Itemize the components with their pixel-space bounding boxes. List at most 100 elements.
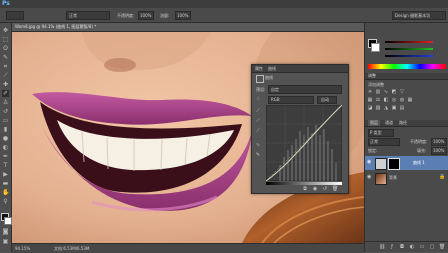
clone-stamp-tool-icon[interactable]: ♙ xyxy=(2,99,9,106)
black-white-icon[interactable]: ◧ xyxy=(383,97,389,103)
reset-icon[interactable]: ↺ xyxy=(322,186,328,192)
curve-edit-icon[interactable]: ∿ xyxy=(255,142,261,148)
quick-mask-icon[interactable]: ◙ xyxy=(2,228,9,235)
fx-icon[interactable]: ƒ xyxy=(389,244,395,250)
threshold-icon[interactable]: ◮ xyxy=(383,105,389,111)
tab-channels[interactable]: 通道 xyxy=(385,120,393,126)
layer-name-curves: 曲线 1 xyxy=(413,160,425,165)
red-slider[interactable] xyxy=(385,41,433,43)
white-point-eyedropper-icon[interactable]: ⟋ xyxy=(255,128,261,134)
new-layer-icon[interactable]: ▢ xyxy=(429,244,435,250)
screen-mode-icon[interactable]: ▣ xyxy=(2,238,9,245)
mode-dropdown[interactable]: 正常 xyxy=(66,11,110,20)
brush-preset-picker[interactable] xyxy=(6,11,24,20)
vibrance-icon[interactable]: ▽ xyxy=(399,89,405,95)
gray-point-eyedropper-icon[interactable]: ⟋ xyxy=(255,118,261,124)
path-select-tool-icon[interactable]: ▶ xyxy=(2,171,9,178)
blur-tool-icon[interactable]: ● xyxy=(2,135,9,142)
clip-to-layer-icon[interactable]: ⧉ xyxy=(302,186,308,192)
shape-tool-icon[interactable]: ▬ xyxy=(2,180,9,187)
color-lookup-icon[interactable]: ▦ xyxy=(407,97,413,103)
layer-filter-dropdown[interactable]: P 类型 xyxy=(368,129,394,137)
channel-dropdown[interactable]: RGB xyxy=(268,96,314,104)
move-tool-icon[interactable]: ✥ xyxy=(2,27,9,34)
workspace-switcher[interactable]: Design 摄影基本功 xyxy=(392,11,446,20)
blue-slider[interactable] xyxy=(385,55,433,57)
layer-row-curves[interactable]: ◉ 曲线 1 xyxy=(365,156,448,170)
type-tool-icon[interactable]: T xyxy=(2,162,9,169)
document-tab[interactable]: Wom8.jpg @ 94.1% (曲线 1, 图层蒙版/8) * xyxy=(12,23,364,32)
on-image-adjust-icon[interactable]: ☝ xyxy=(255,96,261,102)
layer-row-background[interactable]: ◉ 背景 🔒 xyxy=(365,171,448,185)
history-brush-tool-icon[interactable]: ↺ xyxy=(2,108,9,115)
pen-tool-icon[interactable]: ✒ xyxy=(2,153,9,160)
blend-mode-dropdown[interactable]: 正常 xyxy=(368,138,400,146)
tools-panel: ✥ ⬚ ʘ ✎ ⌗ ⟋ ✚ ✐ ♙ ↺ ▭ ▮ ● ◐ ✒ T ▶ ▬ ✋ ⚲ … xyxy=(0,23,12,252)
add-mask-icon[interactable]: ◘ xyxy=(399,244,405,250)
hue-saturation-icon[interactable]: ▦ xyxy=(367,97,373,103)
dodge-tool-icon[interactable]: ◐ xyxy=(2,144,9,151)
lasso-tool-icon[interactable]: ʘ xyxy=(2,45,9,52)
tab-properties[interactable]: 属性 xyxy=(255,65,263,72)
tab-paths[interactable]: 路径 xyxy=(399,120,407,126)
curves-graph[interactable] xyxy=(266,105,342,181)
eye-icon[interactable]: ◉ xyxy=(367,175,372,180)
posterize-icon[interactable]: ▨ xyxy=(375,105,381,111)
background-color-swatch[interactable] xyxy=(4,217,12,225)
brightness-icon[interactable]: ☀ xyxy=(367,89,373,95)
color-panel xyxy=(365,35,448,71)
healing-brush-tool-icon[interactable]: ✚ xyxy=(2,81,9,88)
black-point-eyedropper-icon[interactable]: ⟋ xyxy=(255,108,261,114)
eye-icon[interactable]: ◉ xyxy=(367,160,372,165)
gradient-bar-horizontal xyxy=(266,182,342,185)
flow-value: 100% xyxy=(177,13,189,18)
preset-label: 预设: xyxy=(256,87,266,92)
tab-layers[interactable]: 图层 xyxy=(368,120,380,126)
visibility-toggle-icon[interactable]: ◉ xyxy=(312,186,318,192)
levels-icon[interactable]: ▥ xyxy=(375,89,381,95)
preset-dropdown[interactable]: 自定 xyxy=(268,85,342,94)
channel-mixer-icon[interactable]: ◍ xyxy=(399,97,405,103)
layers-opacity-field[interactable]: 100% xyxy=(431,138,447,146)
color-background-swatch[interactable] xyxy=(371,43,380,52)
opacity-field[interactable]: 100% xyxy=(138,11,154,20)
layers-opacity-value: 100% xyxy=(433,139,445,144)
auto-button[interactable]: 自动 xyxy=(317,96,337,104)
color-balance-icon[interactable]: ⚖ xyxy=(375,97,381,103)
quick-select-tool-icon[interactable]: ✎ xyxy=(2,54,9,61)
selective-color-icon[interactable]: ▣ xyxy=(391,105,397,111)
curves-adjustment-icon xyxy=(256,75,264,83)
marquee-tool-icon[interactable]: ⬚ xyxy=(2,36,9,43)
eraser-tool-icon[interactable]: ▭ xyxy=(2,117,9,124)
gradient-map-icon[interactable]: ▤ xyxy=(399,105,405,111)
fill-field[interactable]: 100% xyxy=(431,147,447,155)
invert-icon[interactable]: ◪ xyxy=(367,105,373,111)
hand-tool-icon[interactable]: ✋ xyxy=(2,189,9,196)
flow-label: 流量: xyxy=(160,13,170,18)
photo-filter-icon[interactable]: ◎ xyxy=(391,97,397,103)
pencil-curve-icon[interactable]: ✎ xyxy=(255,152,261,158)
delete-layer-icon[interactable]: 🗑 xyxy=(439,244,445,250)
blend-mode-value: 正常 xyxy=(370,139,378,144)
adjustments-title[interactable]: 调整 xyxy=(368,73,376,79)
spectrum-ramp[interactable] xyxy=(368,64,446,69)
exposure-icon[interactable]: ◩ xyxy=(391,89,397,95)
green-slider[interactable] xyxy=(385,48,433,50)
curves-icon[interactable]: ∿ xyxy=(383,89,389,95)
fill-value: 100% xyxy=(433,148,445,153)
layer-filter-value: P 类型 xyxy=(370,130,382,135)
gradient-tool-icon[interactable]: ▮ xyxy=(2,126,9,133)
auto-label: 自动 xyxy=(321,97,329,102)
opacity-label: 不透明度: xyxy=(117,13,135,18)
new-group-icon[interactable]: ▭ xyxy=(419,244,425,250)
delete-adjustment-icon[interactable]: 🗑 xyxy=(332,186,338,192)
layer-mask-thumb[interactable] xyxy=(388,158,400,170)
eyedropper-tool-icon[interactable]: ⟋ xyxy=(2,72,9,79)
zoom-tool-icon[interactable]: ⚲ xyxy=(2,198,9,205)
brush-tool-icon[interactable]: ✐ xyxy=(2,90,9,97)
link-layers-icon[interactable]: ⛓ xyxy=(379,244,385,250)
new-adjustment-icon[interactable]: ◐ xyxy=(409,244,415,250)
crop-tool-icon[interactable]: ⌗ xyxy=(2,63,9,70)
tab-curves-info[interactable]: 曲线 xyxy=(268,65,276,72)
flow-field[interactable]: 100% xyxy=(175,11,191,20)
